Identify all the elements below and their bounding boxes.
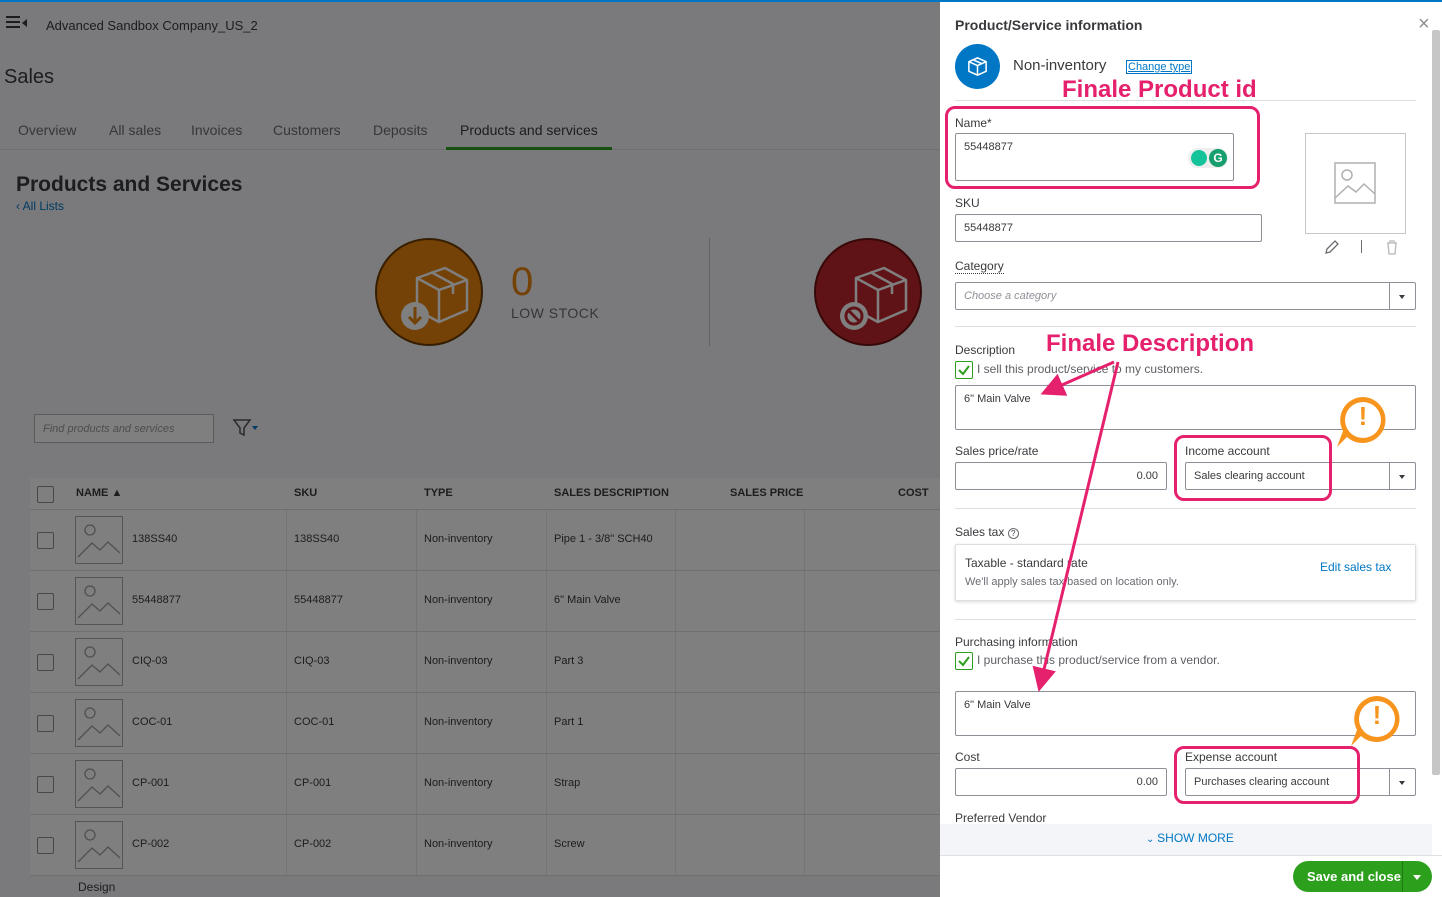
top-accent-line bbox=[0, 0, 1442, 2]
warning-icon: ! bbox=[1349, 692, 1405, 748]
warning-symbol: ! bbox=[1358, 401, 1368, 431]
warning-symbol: ! bbox=[1372, 700, 1382, 730]
warning-icon: ! bbox=[1335, 393, 1391, 449]
annotation-arrows bbox=[1032, 360, 1120, 692]
